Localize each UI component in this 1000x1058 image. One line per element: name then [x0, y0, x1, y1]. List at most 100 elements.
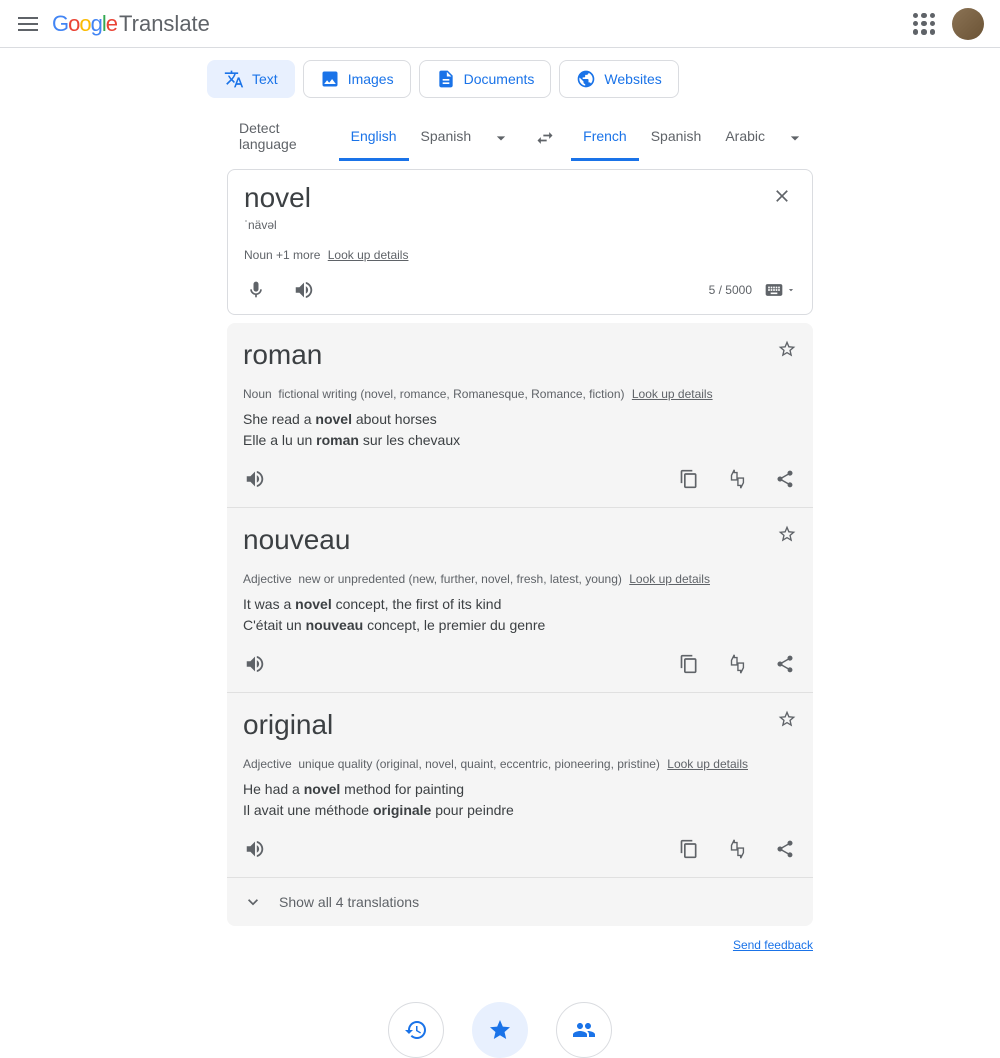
chevron-down-icon: [491, 128, 511, 148]
rate-button[interactable]: [725, 467, 749, 491]
globe-icon: [576, 69, 596, 89]
speaker-button[interactable]: [243, 837, 267, 861]
mic-icon: [246, 280, 266, 300]
people-icon: [572, 1018, 596, 1042]
tab-text-label: Text: [252, 71, 278, 87]
result-pos: Adjective: [243, 757, 292, 771]
copy-button[interactable]: [677, 467, 701, 491]
input-pos: Noun +1 more: [244, 248, 320, 262]
result-block: original Adjective unique quality (origi…: [227, 693, 813, 878]
rate-button[interactable]: [725, 837, 749, 861]
chevron-down-icon: [243, 892, 263, 912]
share-icon: [775, 469, 795, 489]
swap-languages-button[interactable]: [519, 114, 571, 162]
input-text[interactable]: novel: [244, 182, 311, 214]
copy-button[interactable]: [677, 837, 701, 861]
source-lang-spanish[interactable]: Spanish: [409, 114, 484, 161]
result-definition: unique quality (original, novel, quaint,…: [298, 757, 660, 771]
history-button[interactable]: [388, 1002, 444, 1058]
phonetic-text: ˈnävəl: [244, 218, 796, 232]
result-panel: roman Noun fictional writing (novel, rom…: [227, 323, 813, 926]
speaker-icon: [244, 468, 266, 490]
result-word: nouveau: [243, 524, 350, 556]
tab-images[interactable]: Images: [303, 60, 411, 98]
image-icon: [320, 69, 340, 89]
example-en: It was a novel concept, the first of its…: [243, 594, 797, 615]
google-logo-text: Google: [52, 11, 117, 37]
target-lang-arabic[interactable]: Arabic: [713, 114, 777, 161]
keyboard-icon: [764, 280, 784, 300]
menu-button[interactable]: [16, 12, 40, 36]
lookup-details-link[interactable]: Look up details: [328, 248, 409, 262]
source-lang-english[interactable]: English: [339, 114, 409, 161]
tab-text[interactable]: Text: [207, 60, 295, 98]
example-fr: Elle a lu un roman sur les chevaux: [243, 430, 797, 451]
speaker-icon: [244, 838, 266, 860]
share-button[interactable]: [773, 467, 797, 491]
speaker-button[interactable]: [243, 467, 267, 491]
target-lang-spanish[interactable]: Spanish: [639, 114, 714, 161]
tab-images-label: Images: [348, 71, 394, 87]
input-panel: novel ˈnävəl Noun +1 more Look up detail…: [227, 169, 813, 315]
thumbs-icon: [726, 838, 748, 860]
dropdown-arrow-icon: [786, 285, 796, 295]
copy-icon: [679, 839, 699, 859]
contribute-button[interactable]: [556, 1002, 612, 1058]
avatar[interactable]: [952, 8, 984, 40]
send-feedback-link[interactable]: Send feedback: [733, 938, 813, 952]
clear-button[interactable]: [768, 182, 796, 210]
result-definition: new or unpredented (new, further, novel,…: [298, 572, 622, 586]
tab-documents-label: Documents: [464, 71, 535, 87]
source-lang-detect[interactable]: Detect language: [227, 106, 339, 169]
tab-documents[interactable]: Documents: [419, 60, 552, 98]
example-fr: C'était un nouveau concept, le premier d…: [243, 615, 797, 636]
document-icon: [436, 69, 456, 89]
lookup-details-link[interactable]: Look up details: [629, 572, 710, 586]
star-outline-icon: [777, 709, 797, 729]
example-fr: Il avait une méthode originale pour pein…: [243, 800, 797, 821]
star-outline-icon: [777, 524, 797, 544]
apps-grid-icon[interactable]: [912, 12, 936, 36]
lookup-details-link[interactable]: Look up details: [667, 757, 748, 771]
share-button[interactable]: [773, 652, 797, 676]
example-en: She read a novel about horses: [243, 409, 797, 430]
result-pos: Noun: [243, 387, 272, 401]
star-icon: [488, 1018, 512, 1042]
save-translation-button[interactable]: [777, 524, 797, 544]
copy-icon: [679, 654, 699, 674]
copy-button[interactable]: [677, 652, 701, 676]
tab-websites-label: Websites: [604, 71, 661, 87]
thumbs-icon: [726, 468, 748, 490]
speaker-icon: [244, 653, 266, 675]
result-pos: Adjective: [243, 572, 292, 586]
result-word: original: [243, 709, 333, 741]
thumbs-icon: [726, 653, 748, 675]
star-outline-icon: [777, 339, 797, 359]
close-icon: [772, 186, 792, 206]
source-lang-dropdown[interactable]: [483, 114, 519, 162]
saved-button[interactable]: [472, 1002, 528, 1058]
show-all-label: Show all 4 translations: [279, 894, 419, 910]
keyboard-button[interactable]: [764, 280, 796, 300]
rate-button[interactable]: [725, 652, 749, 676]
target-lang-french[interactable]: French: [571, 114, 639, 161]
result-definition: fictional writing (novel, romance, Roman…: [278, 387, 624, 401]
logo[interactable]: Google Translate: [52, 11, 210, 37]
speaker-button[interactable]: [243, 652, 267, 676]
swap-icon: [535, 128, 555, 148]
lookup-details-link[interactable]: Look up details: [632, 387, 713, 401]
char-count: 5 / 5000: [709, 283, 752, 297]
save-translation-button[interactable]: [777, 709, 797, 729]
speaker-button[interactable]: [292, 278, 316, 302]
share-icon: [775, 654, 795, 674]
result-block: nouveau Adjective new or unpredented (ne…: [227, 508, 813, 693]
save-translation-button[interactable]: [777, 339, 797, 359]
target-lang-dropdown[interactable]: [777, 114, 813, 162]
show-all-button[interactable]: Show all 4 translations: [227, 878, 813, 926]
translate-icon: [224, 69, 244, 89]
share-button[interactable]: [773, 837, 797, 861]
example-en: He had a novel method for painting: [243, 779, 797, 800]
tab-websites[interactable]: Websites: [559, 60, 678, 98]
speaker-icon: [293, 279, 315, 301]
mic-button[interactable]: [244, 278, 268, 302]
